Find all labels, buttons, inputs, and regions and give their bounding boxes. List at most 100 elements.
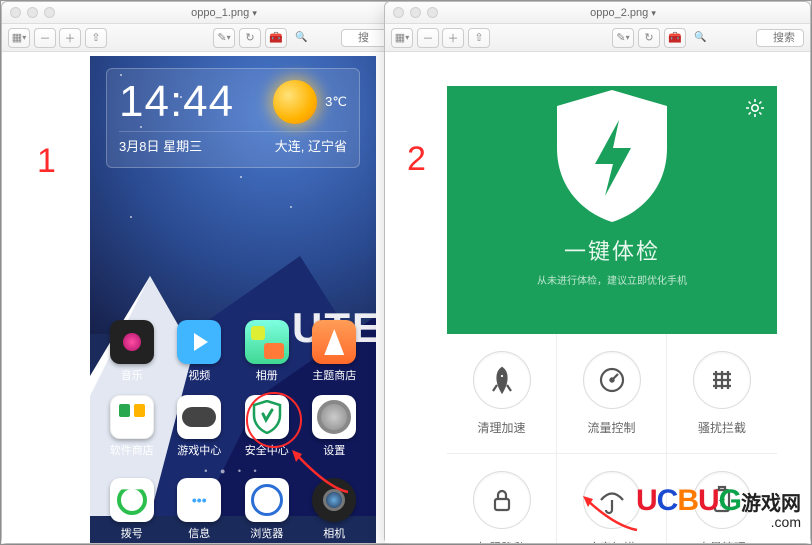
shield-icon: [245, 395, 289, 439]
step-badge-2: 2: [407, 140, 426, 179]
rocket-icon: [487, 365, 517, 395]
scan-title: 一键体检: [447, 234, 777, 266]
cell-label: 电量管理: [698, 539, 746, 543]
search-input[interactable]: [341, 29, 389, 47]
phone-home-screen: UTE 14:44 3℃ 3月8日 星期三 大连, 辽宁省 音乐 视频: [90, 56, 376, 543]
search-icon: 🔍: [295, 32, 307, 43]
gamepad-icon: [177, 395, 221, 439]
video-icon: [177, 320, 221, 364]
store-icon: [110, 395, 154, 439]
page-indicator: • ● • •: [90, 466, 376, 476]
viewer-window-right: oppo_2.png ▾ ▦ ▾ － ＋ ⇧ ✎ ▾ ↻ 🧰 🔍 2: [384, 1, 811, 544]
app-store[interactable]: 软件商店: [98, 395, 166, 458]
minimize-icon[interactable]: [27, 7, 38, 18]
dock-msg[interactable]: 信息: [166, 478, 234, 541]
android-nav-bar: ◅ ⌂ ≡: [90, 535, 376, 543]
back-button[interactable]: ◅: [133, 539, 145, 543]
security-item-data[interactable]: 流量控制: [557, 334, 667, 454]
settings-gear-icon[interactable]: [745, 98, 765, 123]
phone-icon: [110, 478, 154, 522]
app-settings[interactable]: 设置: [301, 395, 369, 458]
theme-icon: [312, 320, 356, 364]
dock-dial[interactable]: 拨号: [98, 478, 166, 541]
clock-date: 3月8日 星期三: [119, 136, 202, 155]
album-icon: [245, 320, 289, 364]
app-label: 游戏中心: [177, 442, 221, 458]
titlebar: oppo_2.png ▾: [385, 2, 810, 24]
close-icon[interactable]: [393, 7, 404, 18]
step-badge-1: 1: [37, 142, 56, 181]
security-item-privacy[interactable]: 权限隐私: [447, 454, 557, 543]
app-album[interactable]: 相册: [233, 320, 301, 383]
cell-label: 权限隐私: [477, 539, 525, 543]
viewer-window-left: oppo_1.png ▾ ▦ ▾ － ＋ ⇧ ✎ ▾ ↻ 🧰 🔍 1: [1, 1, 396, 544]
rotate-button[interactable]: ↻: [638, 28, 660, 48]
cell-label: 清理加速: [477, 419, 525, 436]
browser-icon: [245, 478, 289, 522]
minimize-icon[interactable]: [410, 7, 421, 18]
music-icon: [110, 320, 154, 364]
markup-button[interactable]: 🧰: [265, 28, 287, 48]
app-label: 设置: [323, 442, 345, 458]
edit-button[interactable]: ✎ ▾: [612, 28, 634, 48]
app-theme[interactable]: 主题商店: [301, 320, 369, 383]
watermark: UCBUG游戏网 .com: [636, 484, 801, 530]
menu-button[interactable]: ≡: [324, 540, 333, 544]
window-title: oppo_2.png: [590, 7, 648, 19]
grid-icon: [707, 365, 737, 395]
app-label: 音乐: [121, 367, 143, 383]
cell-label: 流量控制: [587, 419, 635, 436]
watermark-zh: 游戏网: [741, 493, 801, 515]
sidebar-toggle-button[interactable]: ▦ ▾: [391, 28, 413, 48]
zoom-out-button[interactable]: －: [417, 28, 439, 48]
rotate-button[interactable]: ↻: [239, 28, 261, 48]
scan-subtitle: 从未进行体检，建议立即优化手机: [447, 272, 777, 287]
markup-button[interactable]: 🧰: [664, 28, 686, 48]
app-music[interactable]: 音乐: [98, 320, 166, 383]
app-label: 安全中心: [245, 442, 289, 458]
clock-weather-widget[interactable]: 14:44 3℃ 3月8日 星期三 大连, 辽宁省: [106, 68, 360, 168]
app-game[interactable]: 游戏中心: [166, 395, 234, 458]
close-icon[interactable]: [10, 7, 21, 18]
security-item-speed[interactable]: 清理加速: [447, 334, 557, 454]
app-video[interactable]: 视频: [166, 320, 234, 383]
clock-time: 14:44: [119, 77, 234, 127]
shield-bolt-icon[interactable]: [547, 86, 677, 226]
security-app-screen: 一键体检 从未进行体检，建议立即优化手机 清理加速 流量控制 骚扰拦截 权限隐私…: [447, 56, 777, 543]
dock-browser[interactable]: 浏览器: [233, 478, 301, 541]
search-icon: 🔍: [694, 32, 706, 43]
zoom-in-button[interactable]: ＋: [442, 28, 464, 48]
zoom-icon[interactable]: [44, 7, 55, 18]
camera-icon: [312, 478, 356, 522]
app-security[interactable]: 安全中心: [233, 395, 301, 458]
umbrella-icon: [597, 485, 627, 515]
titlebar: oppo_1.png ▾: [2, 2, 395, 24]
cell-label: 病毒扫描: [587, 539, 635, 543]
home-button[interactable]: ⌂: [230, 540, 239, 544]
app-label: 相册: [256, 367, 278, 383]
share-button[interactable]: ⇧: [85, 28, 107, 48]
zoom-out-button[interactable]: －: [34, 28, 56, 48]
sun-icon: [273, 80, 317, 124]
gear-icon: [312, 395, 356, 439]
search-input[interactable]: [756, 29, 804, 47]
app-label: 软件商店: [110, 442, 154, 458]
window-title: oppo_1.png: [191, 7, 249, 19]
share-button[interactable]: ⇧: [468, 28, 490, 48]
toolbar: ▦ ▾ － ＋ ⇧ ✎ ▾ ↻ 🧰 🔍: [2, 24, 395, 52]
lock-icon: [487, 485, 517, 515]
security-header: 一键体检 从未进行体检，建议立即优化手机: [447, 86, 777, 334]
message-icon: [177, 478, 221, 522]
edit-button[interactable]: ✎ ▾: [213, 28, 235, 48]
toolbar: ▦ ▾ － ＋ ⇧ ✎ ▾ ↻ 🧰 🔍: [385, 24, 810, 52]
cell-label: 骚扰拦截: [698, 419, 746, 436]
sidebar-toggle-button[interactable]: ▦ ▾: [8, 28, 30, 48]
app-label: 视频: [188, 367, 210, 383]
zoom-in-button[interactable]: ＋: [59, 28, 81, 48]
dock-camera[interactable]: 相机: [301, 478, 369, 541]
temperature: 3℃: [325, 94, 347, 110]
zoom-icon[interactable]: [427, 7, 438, 18]
security-item-block[interactable]: 骚扰拦截: [667, 334, 777, 454]
meter-icon: [597, 365, 627, 395]
clock-location: 大连, 辽宁省: [275, 136, 347, 155]
